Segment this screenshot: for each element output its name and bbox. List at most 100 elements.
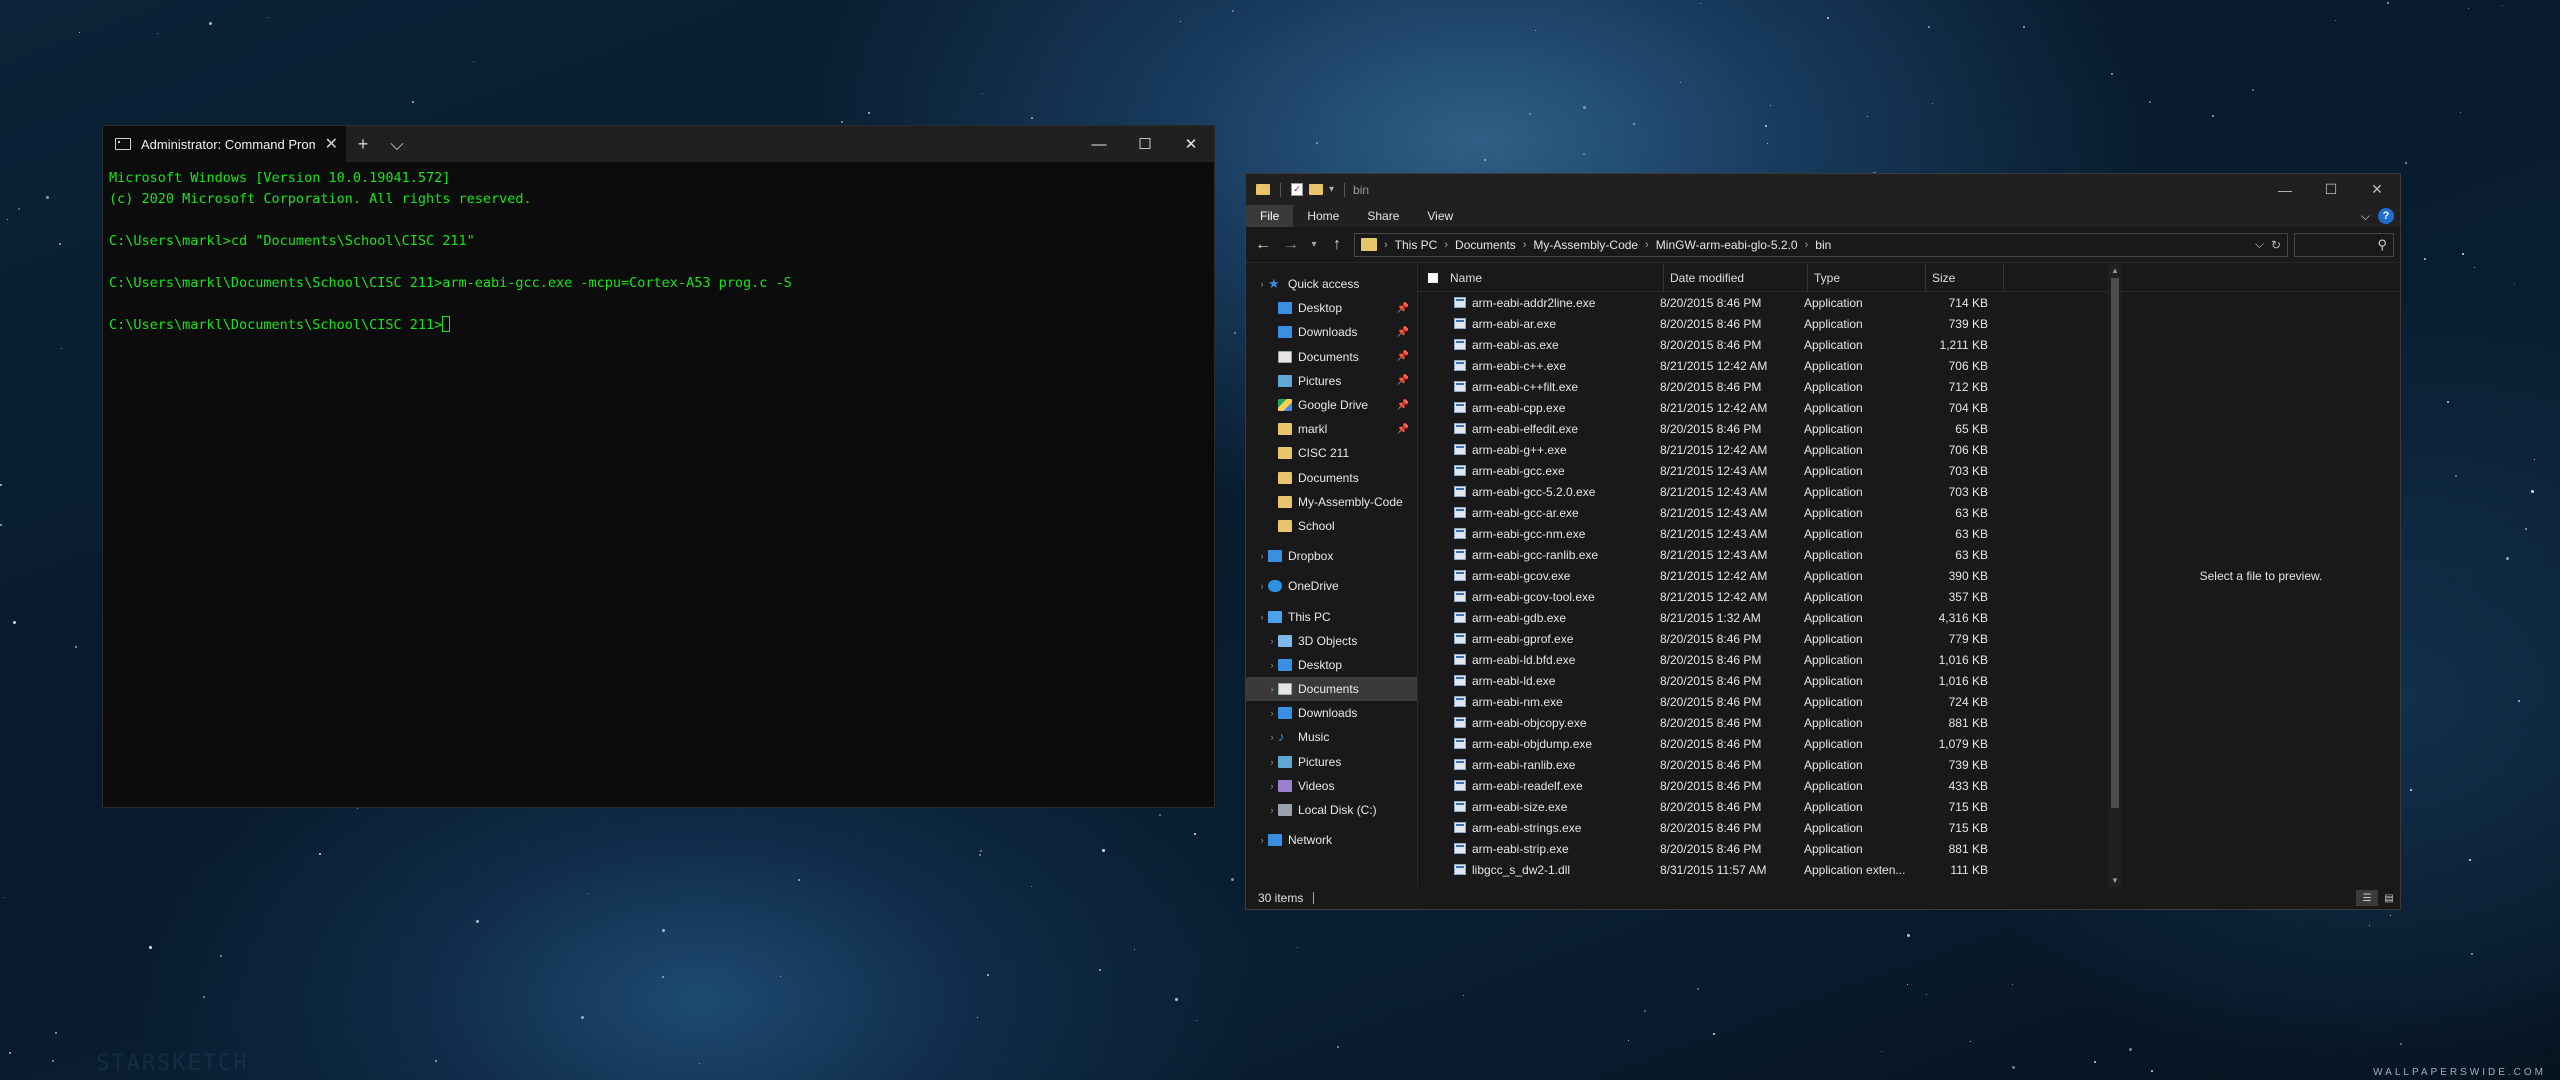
- minimize-button[interactable]: —: [1076, 126, 1122, 162]
- forward-button[interactable]: →: [1280, 236, 1302, 254]
- file-explorer-window[interactable]: ✓ ▾ bin — ☐ ✕ File Home Share View ⌵ ? ←…: [1245, 173, 2401, 910]
- gd-icon: [1278, 399, 1292, 412]
- terminal-window[interactable]: Administrator: Command Promp ✕ + ⌵ — ☐ ✕…: [102, 125, 1215, 808]
- chevron-right-icon[interactable]: ›: [1805, 239, 1809, 251]
- scroll-down-icon[interactable]: ▼: [2108, 876, 2122, 885]
- nav-item-documents[interactable]: Documents: [1246, 466, 1417, 490]
- chevron-right-icon[interactable]: ›: [1266, 684, 1278, 694]
- file-type: Application: [1804, 568, 1863, 583]
- column-size[interactable]: Size: [1926, 264, 2004, 291]
- nav-item-school[interactable]: School: [1246, 514, 1417, 538]
- large-icons-view-button[interactable]: ▤: [2378, 890, 2400, 906]
- breadcrumb-my-assembly-code[interactable]: My-Assembly-Code: [1533, 238, 1638, 252]
- chevron-right-icon[interactable]: ›: [1256, 279, 1268, 289]
- nav-item-pictures[interactable]: Pictures 📌: [1246, 369, 1417, 393]
- star: [2400, 1043, 2402, 1045]
- navigation-pane[interactable]: › ★ Quick access Desktop 📌 Downloads 📌 Document…: [1246, 264, 1418, 887]
- breadcrumb-this-pc[interactable]: This PC: [1395, 238, 1438, 252]
- details-view-button[interactable]: ☰: [2356, 890, 2378, 906]
- expand-ribbon-icon[interactable]: ⌵: [2361, 209, 2370, 224]
- breadcrumb-mingw[interactable]: MinGW-arm-eabi-glo-5.2.0: [1656, 238, 1798, 252]
- chevron-right-icon[interactable]: ›: [1384, 239, 1388, 251]
- chevron-right-icon[interactable]: ›: [1266, 757, 1278, 767]
- new-tab-button[interactable]: +: [346, 126, 380, 162]
- tab-share[interactable]: Share: [1353, 205, 1413, 227]
- nav-item-my-assembly-code[interactable]: My-Assembly-Code: [1246, 490, 1417, 514]
- scroll-up-icon[interactable]: ▲: [2108, 266, 2122, 275]
- chevron-right-icon[interactable]: ›: [1266, 781, 1278, 791]
- scrollbar-thumb[interactable]: [2111, 278, 2119, 808]
- tab-view[interactable]: View: [1413, 205, 1467, 227]
- close-button[interactable]: ✕: [1168, 126, 1214, 162]
- chevron-right-icon[interactable]: ›: [1256, 581, 1268, 591]
- address-history-dropdown[interactable]: ⌵: [2255, 237, 2264, 252]
- chevron-right-icon[interactable]: ›: [1266, 708, 1278, 718]
- recent-locations-button[interactable]: ▾: [1308, 239, 1320, 250]
- nav-pc-pictures[interactable]: › Pictures: [1246, 750, 1417, 774]
- chevron-right-icon[interactable]: ›: [1523, 239, 1527, 251]
- tab-home[interactable]: Home: [1293, 205, 1353, 227]
- nav-this-pc[interactable]: › This PC: [1246, 604, 1417, 628]
- nav-pc-3d-objects[interactable]: › 3D Objects: [1246, 629, 1417, 653]
- column-type[interactable]: Type: [1808, 264, 1926, 291]
- minimize-button[interactable]: —: [2262, 174, 2308, 205]
- properties-icon[interactable]: ✓: [1291, 183, 1303, 196]
- nav-pc-videos[interactable]: › Videos: [1246, 774, 1417, 798]
- back-button[interactable]: ←: [1252, 236, 1274, 254]
- nav-pc-desktop[interactable]: › Desktop: [1246, 653, 1417, 677]
- column-name[interactable]: Name: [1444, 264, 1664, 291]
- terminal-tab[interactable]: Administrator: Command Promp ✕: [103, 126, 346, 162]
- chevron-right-icon[interactable]: ›: [1266, 660, 1278, 670]
- file-date: 8/20/2015 8:46 PM: [1660, 316, 1762, 331]
- chevron-right-icon[interactable]: ›: [1256, 612, 1268, 622]
- search-input[interactable]: ⚲: [2294, 232, 2394, 257]
- up-button[interactable]: ↑: [1326, 236, 1348, 254]
- new-folder-icon[interactable]: [1309, 184, 1323, 195]
- nav-item-cisc-211[interactable]: CISC 211: [1246, 441, 1417, 465]
- chevron-right-icon[interactable]: ›: [1266, 636, 1278, 646]
- column-date[interactable]: Date modified: [1664, 264, 1808, 291]
- nav-network[interactable]: › Network: [1246, 828, 1417, 852]
- chevron-right-icon[interactable]: ›: [1256, 835, 1268, 845]
- nav-quick-access[interactable]: › ★ Quick access: [1246, 272, 1417, 296]
- refresh-button[interactable]: ↻: [2271, 238, 2281, 252]
- nav-item-label: My-Assembly-Code: [1298, 494, 1403, 509]
- blue-icon: [1278, 707, 1292, 720]
- nav-item-documents[interactable]: Documents 📌: [1246, 345, 1417, 369]
- breadcrumb-bin[interactable]: bin: [1815, 238, 1831, 252]
- star: [319, 853, 321, 855]
- nav-item-desktop[interactable]: Desktop 📌: [1246, 296, 1417, 320]
- nav-pc-local-disk-c-[interactable]: › Local Disk (C:): [1246, 798, 1417, 822]
- nav-pc-documents[interactable]: › Documents: [1246, 677, 1417, 702]
- terminal-titlebar[interactable]: Administrator: Command Promp ✕ + ⌵ — ☐ ✕: [103, 126, 1214, 162]
- customize-toolbar-icon[interactable]: ▾: [1329, 184, 1334, 195]
- chevron-right-icon[interactable]: ›: [1266, 732, 1278, 742]
- breadcrumb-documents[interactable]: Documents: [1455, 238, 1516, 252]
- help-icon[interactable]: ?: [2378, 208, 2394, 224]
- chevron-right-icon[interactable]: ›: [1266, 805, 1278, 815]
- close-tab-icon[interactable]: ✕: [325, 134, 338, 154]
- nav-item-label: Videos: [1298, 778, 1335, 793]
- chevron-right-icon[interactable]: ›: [1444, 239, 1448, 251]
- chevron-right-icon[interactable]: ›: [1645, 239, 1649, 251]
- nav-pc-downloads[interactable]: › Downloads: [1246, 701, 1417, 725]
- select-all-checkbox[interactable]: [1428, 272, 1438, 283]
- disk-icon: [1278, 804, 1292, 817]
- nav-onedrive[interactable]: › OneDrive: [1246, 574, 1417, 598]
- tab-file[interactable]: File: [1246, 205, 1294, 227]
- vertical-scrollbar[interactable]: ▲ ▼: [2108, 264, 2122, 887]
- nav-dropbox[interactable]: › Dropbox: [1246, 544, 1417, 568]
- close-button[interactable]: ✕: [2354, 174, 2400, 205]
- maximize-button[interactable]: ☐: [2308, 174, 2354, 205]
- nav-pc-music[interactable]: › ♪ Music: [1246, 725, 1417, 749]
- nav-item-downloads[interactable]: Downloads 📌: [1246, 320, 1417, 344]
- address-bar[interactable]: › This PC › Documents › My-Assembly-Code…: [1354, 232, 2288, 257]
- nav-item-markl[interactable]: markl 📌: [1246, 417, 1417, 441]
- chevron-down-icon[interactable]: ⌵: [380, 126, 414, 162]
- nav-item-google-drive[interactable]: Google Drive 📌: [1246, 393, 1417, 417]
- explorer-titlebar[interactable]: ✓ ▾ bin — ☐ ✕: [1246, 174, 2400, 205]
- terminal-output[interactable]: Microsoft Windows [Version 10.0.19041.57…: [103, 162, 1214, 342]
- titlebar-drag-area[interactable]: [414, 126, 1076, 162]
- maximize-button[interactable]: ☐: [1122, 126, 1168, 162]
- chevron-right-icon[interactable]: ›: [1256, 551, 1268, 561]
